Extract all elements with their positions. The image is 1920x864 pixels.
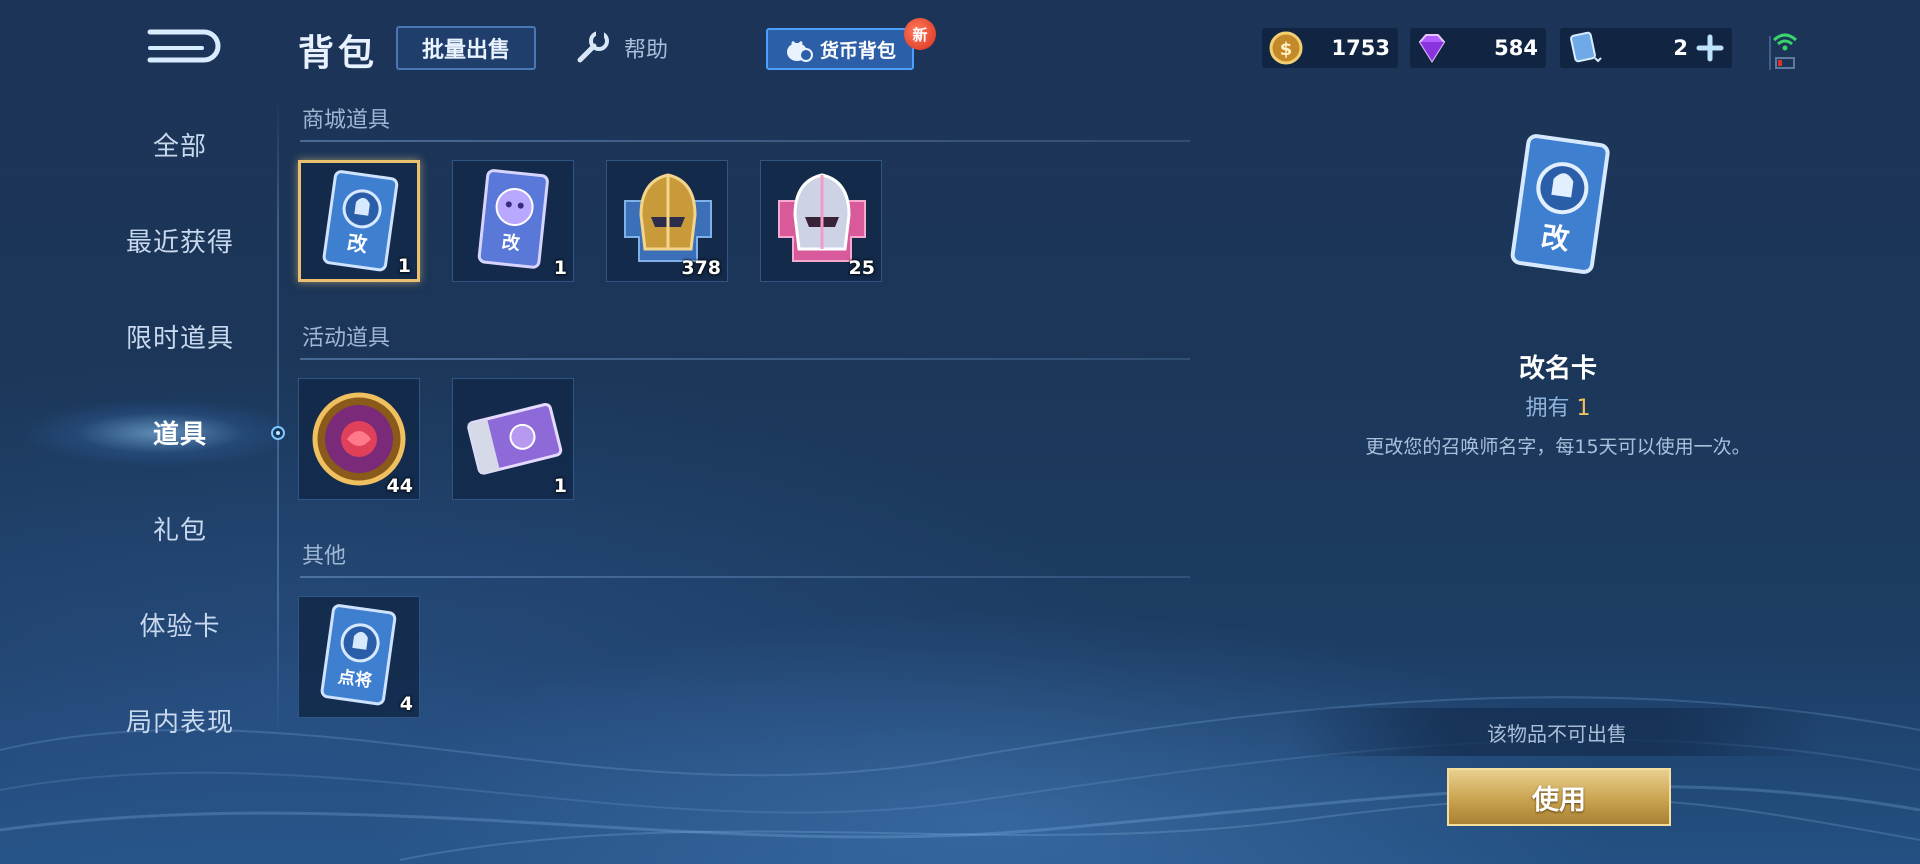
money-bag-icon bbox=[786, 40, 813, 62]
sidebar-item-trial-cards[interactable]: 体验卡 bbox=[60, 594, 300, 654]
owned-number: 1 bbox=[1576, 396, 1591, 421]
currency-bag-button[interactable]: 货币背包 bbox=[766, 28, 914, 70]
coupon-icon bbox=[1570, 31, 1602, 63]
owned-label: 拥有 bbox=[1525, 396, 1570, 421]
item-quantity: 1 bbox=[397, 255, 411, 277]
gold-value: 1753 bbox=[1331, 36, 1390, 60]
wrench-icon bbox=[577, 30, 609, 63]
item-slot-gold-helmet-fragment[interactable]: 378 bbox=[606, 160, 728, 282]
bulk-sell-button[interactable]: 批量出售 bbox=[396, 26, 536, 70]
selected-item-image: 改 bbox=[1510, 134, 1610, 274]
section-divider bbox=[300, 140, 1190, 142]
item-description: 更改您的召唤师名字，每15天可以使用一次。 bbox=[1365, 436, 1751, 458]
item-slot-purple-ticket[interactable]: 1 bbox=[452, 378, 574, 500]
item-slot-cute-rename-card[interactable]: 改 1 bbox=[452, 160, 574, 282]
use-button[interactable]: 使用 bbox=[1447, 768, 1671, 826]
back-icon[interactable] bbox=[142, 24, 226, 68]
sidebar: 全部 最近获得 限时道具 道具 礼包 体验卡 局内表现 bbox=[60, 100, 300, 740]
item-quantity: 44 bbox=[386, 475, 413, 497]
sidebar-item-items[interactable]: 道具 bbox=[60, 402, 300, 462]
item-slot-rename-card[interactable]: 改 1 bbox=[298, 160, 420, 282]
svg-text:改: 改 bbox=[1539, 220, 1571, 257]
item-quantity: 25 bbox=[848, 257, 875, 279]
section-title-others: 其他 bbox=[302, 544, 347, 569]
page-title: 背包 bbox=[298, 33, 379, 74]
ticket-counter: 2 bbox=[1560, 28, 1732, 68]
item-slot-rose-coin[interactable]: 44 bbox=[298, 378, 420, 500]
item-slot-hero-pick-card[interactable]: 点将 4 bbox=[298, 596, 420, 718]
section-divider bbox=[300, 576, 1190, 578]
diamond-icon bbox=[1418, 34, 1446, 63]
wifi-battery-icon bbox=[1769, 33, 1798, 70]
sidebar-item-limited[interactable]: 限时道具 bbox=[60, 306, 300, 366]
sidebar-item-recent[interactable]: 最近获得 bbox=[60, 210, 300, 270]
sidebar-item-gift-packs[interactable]: 礼包 bbox=[60, 498, 300, 558]
sidebar-item-in-game-performance[interactable]: 局内表现 bbox=[60, 690, 300, 750]
item-quantity: 1 bbox=[553, 257, 567, 279]
section-title-event-items: 活动道具 bbox=[302, 326, 391, 351]
selected-item-name: 改名卡 bbox=[1518, 354, 1597, 384]
gem-value: 584 bbox=[1494, 36, 1538, 60]
item-quantity: 1 bbox=[553, 475, 567, 497]
item-slot-pink-helmet-fragment[interactable]: 25 bbox=[760, 160, 882, 282]
new-badge: 新 bbox=[904, 18, 936, 50]
not-sellable-notice: 该物品不可出售 bbox=[1290, 708, 1824, 756]
gold-counter: $ 1753 bbox=[1262, 28, 1398, 68]
svg-text:$: $ bbox=[1280, 39, 1293, 60]
section-title-shop-items: 商城道具 bbox=[302, 108, 391, 133]
help-label: 帮助 bbox=[624, 38, 669, 63]
item-quantity: 4 bbox=[399, 693, 413, 715]
currency-bag-label: 货币背包 bbox=[819, 39, 896, 62]
help-button[interactable]: 帮助 bbox=[570, 28, 668, 68]
section-divider bbox=[300, 358, 1190, 360]
svg-text:改: 改 bbox=[501, 231, 522, 255]
ticket-value: 2 bbox=[1673, 36, 1688, 60]
item-quantity: 378 bbox=[681, 257, 721, 279]
gold-coin-icon: $ bbox=[1269, 31, 1303, 65]
sidebar-item-all[interactable]: 全部 bbox=[60, 114, 300, 174]
gem-counter: 584 bbox=[1410, 28, 1546, 68]
add-ticket-plus-icon[interactable] bbox=[1696, 34, 1724, 62]
owned-count: 拥有 1 bbox=[1400, 390, 1716, 422]
